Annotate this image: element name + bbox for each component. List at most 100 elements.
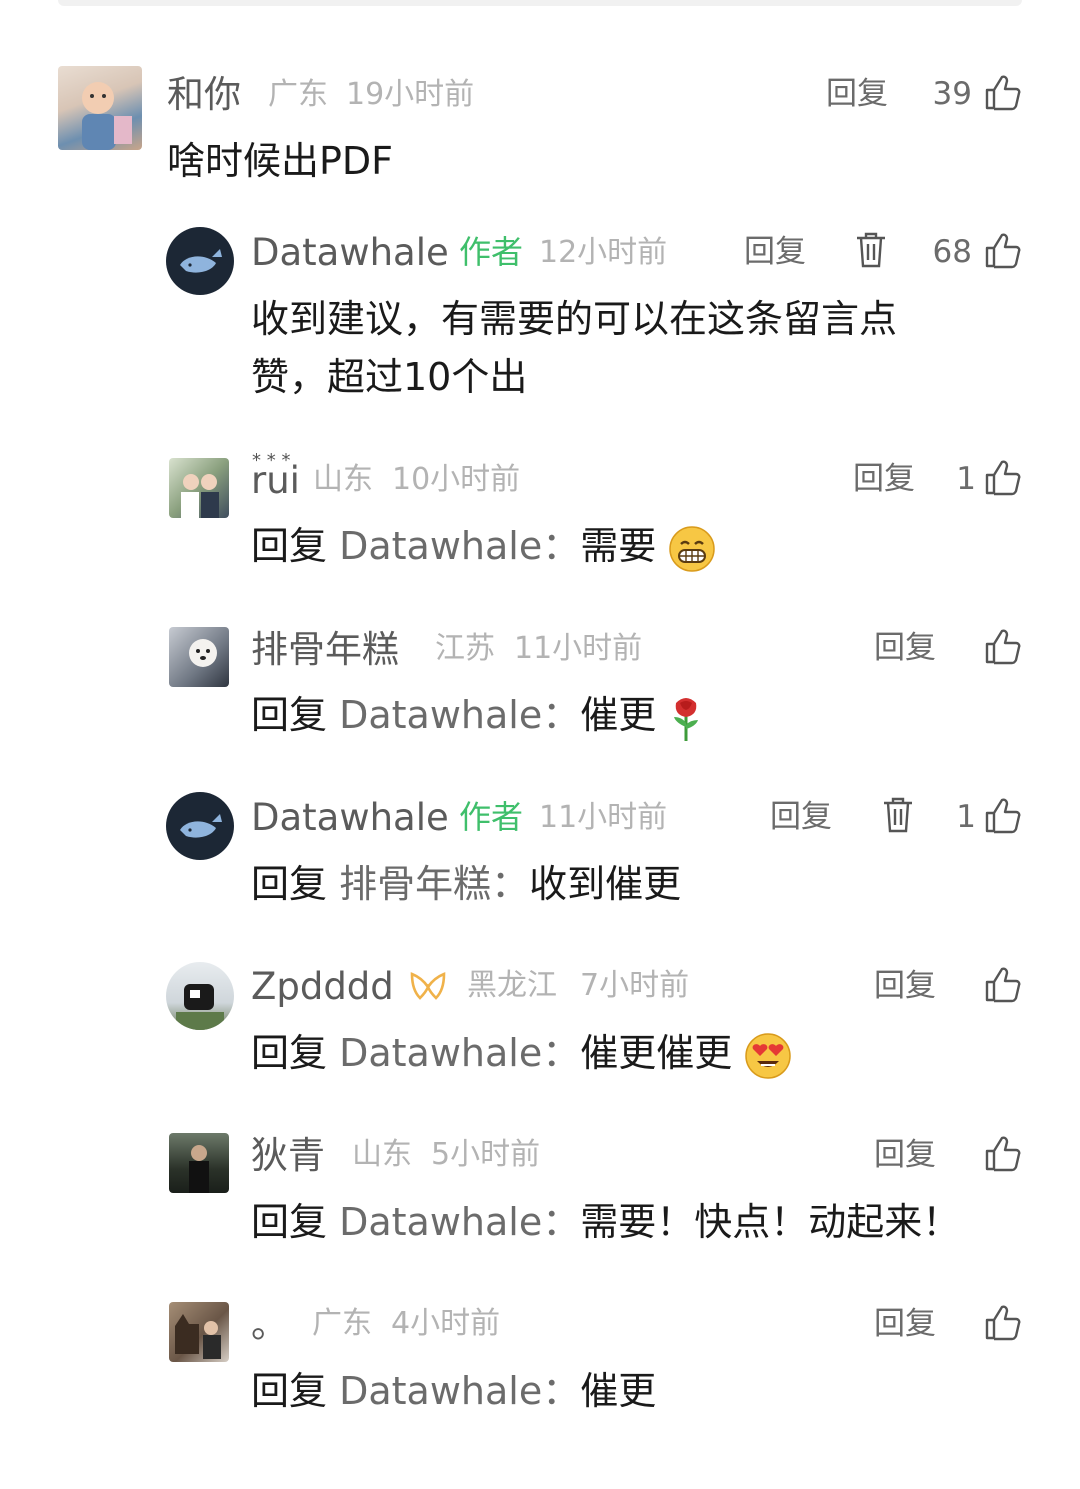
thumbs-up-icon[interactable] xyxy=(984,966,1022,1004)
thumbs-up-icon[interactable] xyxy=(984,797,1022,835)
ribbon-badge-icon xyxy=(410,972,446,1000)
comment-time: 12小时前 xyxy=(539,235,668,270)
reply-target[interactable]: Datawhale xyxy=(339,524,542,568)
thumbs-up-icon[interactable] xyxy=(984,1135,1022,1173)
reply-text: 催更 xyxy=(580,1369,657,1413)
avatar[interactable] xyxy=(58,66,142,150)
reply-text: 需要！快点！动起来！ xyxy=(580,1200,961,1244)
trash-icon[interactable] xyxy=(881,796,915,834)
comment-time: 11小时前 xyxy=(539,800,668,835)
reply-target[interactable]: Datawhale xyxy=(339,1369,542,1413)
reply-text: 催更催更 xyxy=(580,1031,733,1075)
whale-logo-avatar xyxy=(180,814,222,838)
avatar[interactable] xyxy=(169,1302,229,1362)
comment-text-line: 收到建议，有需要的可以在这条留言点 xyxy=(251,297,898,341)
avatar[interactable] xyxy=(169,458,229,518)
avatar[interactable] xyxy=(166,227,234,295)
comment-text: 回复 排骨年糕：收到催更 xyxy=(251,855,681,913)
commenter-name[interactable]: Datawhale xyxy=(251,234,449,271)
comment-location: 山东 xyxy=(352,1137,412,1172)
reply-text: 收到催更 xyxy=(529,862,682,906)
commenter-name[interactable]: 排骨年糕 xyxy=(251,631,399,668)
avatar[interactable] xyxy=(166,962,234,1030)
reply-separator: ： xyxy=(542,1369,581,1413)
top-divider xyxy=(58,0,1022,6)
reply-button[interactable]: 回复 xyxy=(744,237,806,268)
comment-time: 11小时前 xyxy=(514,631,643,666)
reply-target[interactable]: Datawhale xyxy=(339,693,542,737)
reply-button[interactable]: 回复 xyxy=(853,464,915,495)
reply-target[interactable]: Datawhale xyxy=(339,1200,542,1244)
dog-photo-avatar xyxy=(189,639,217,667)
comment-text: 回复 Datawhale：催更 xyxy=(251,686,704,744)
reply-prefix: 回复 xyxy=(251,693,328,737)
reply-button[interactable]: 回复 xyxy=(874,1309,936,1340)
heart-eyes-emoji xyxy=(745,1032,792,1079)
comment-time: 10小时前 xyxy=(392,462,521,497)
reply-target[interactable]: 排骨年糕 xyxy=(339,862,491,906)
like-count: 68 xyxy=(932,234,972,270)
thumbs-up-icon[interactable] xyxy=(984,459,1022,497)
reply-button[interactable]: 回复 xyxy=(770,802,832,833)
avatar[interactable] xyxy=(169,627,229,687)
reply-separator: ： xyxy=(491,862,530,906)
reply-prefix: 回复 xyxy=(251,1031,328,1075)
avatar[interactable] xyxy=(166,792,234,860)
commenter-name[interactable]: 狄青 xyxy=(251,1137,325,1174)
comment-text: 回复 Datawhale：催更 xyxy=(251,1362,656,1420)
like-count: 39 xyxy=(932,76,972,112)
like-count: 1 xyxy=(956,799,976,835)
reply-target[interactable]: Datawhale xyxy=(339,1031,542,1075)
commenter-name[interactable]: Datawhale xyxy=(251,799,449,836)
reply-text: 催更 xyxy=(580,693,657,737)
avatar[interactable] xyxy=(169,1133,229,1193)
like-count: 1 xyxy=(956,461,976,497)
commenter-name[interactable]: Zpdddd xyxy=(251,968,394,1005)
reply-button[interactable]: 回复 xyxy=(874,971,936,1002)
reply-prefix: 回复 xyxy=(251,524,328,568)
comment-location: 广东 xyxy=(268,77,328,112)
thumbs-up-icon[interactable] xyxy=(984,1304,1022,1342)
reply-prefix: 回复 xyxy=(251,862,328,906)
baby-photo-avatar xyxy=(82,82,132,150)
reply-separator: ： xyxy=(542,1031,581,1075)
comment-location: 黑龙江 xyxy=(467,968,557,1003)
dog-man-photo-avatar xyxy=(175,1314,221,1359)
whale-logo-avatar xyxy=(180,249,222,273)
comment-text: 啥时候出PDF xyxy=(167,139,394,183)
comment-text: 回复 Datawhale：催更催更 xyxy=(251,1024,792,1082)
trash-icon[interactable] xyxy=(854,231,888,269)
couple-photo-avatar xyxy=(181,474,219,518)
reply-separator: ： xyxy=(542,693,581,737)
commenter-name[interactable]: 和你 xyxy=(167,76,241,113)
comment-time: 5小时前 xyxy=(431,1137,541,1172)
reply-separator: ： xyxy=(542,524,581,568)
thumbs-up-icon[interactable] xyxy=(984,232,1022,270)
thumbs-up-icon[interactable] xyxy=(984,74,1022,112)
comment-text-line: 赞，超过10个出 xyxy=(251,355,528,399)
thumbs-up-icon[interactable] xyxy=(984,628,1022,666)
reply-button[interactable]: 回复 xyxy=(874,633,936,664)
comment-location: 江苏 xyxy=(435,631,495,666)
grinning-face-emoji xyxy=(669,525,716,572)
reply-prefix: 回复 xyxy=(251,1369,328,1413)
cow-photo-avatar xyxy=(176,984,224,1030)
reply-text: 需要 xyxy=(580,524,657,568)
reply-prefix: 回复 xyxy=(251,1200,328,1244)
rose-emoji xyxy=(674,697,699,741)
comment-location: 广东 xyxy=(312,1306,372,1341)
comment-text: 回复 Datawhale：需要！快点！动起来！ xyxy=(251,1193,960,1251)
reply-separator: ： xyxy=(542,1200,581,1244)
author-badge: 作者 xyxy=(459,233,524,271)
comment-text: 回复 Datawhale：需要 xyxy=(251,517,716,575)
person-photo-avatar xyxy=(189,1145,209,1193)
comment-location: 山东 xyxy=(313,462,373,497)
comment-time: 4小时前 xyxy=(391,1306,501,1341)
comment-time: 7小时前 xyxy=(580,968,690,1003)
author-badge: 作者 xyxy=(459,798,524,836)
reply-button[interactable]: 回复 xyxy=(826,79,888,110)
commenter-name[interactable]: 。 xyxy=(251,1306,288,1343)
comment-time: 19小时前 xyxy=(346,77,475,112)
commenter-name[interactable]: rui xyxy=(251,462,300,499)
reply-button[interactable]: 回复 xyxy=(874,1140,936,1171)
